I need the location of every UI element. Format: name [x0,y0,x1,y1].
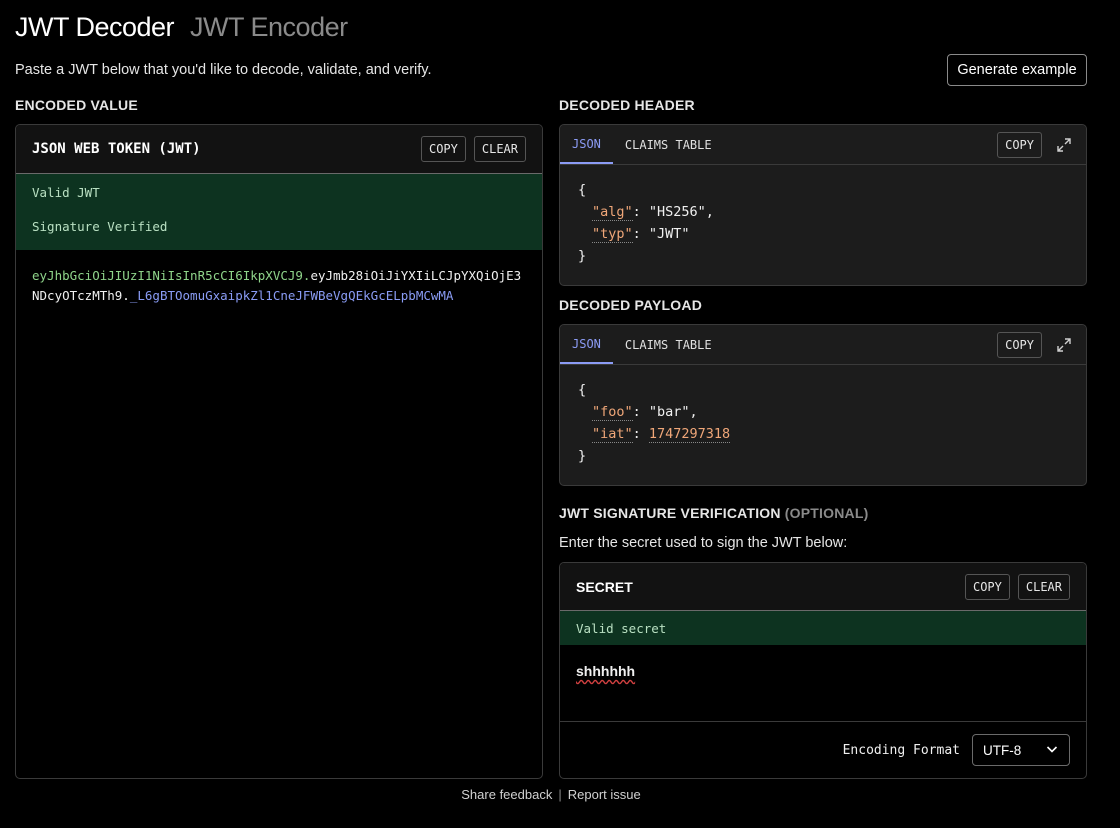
token-status-box: Valid JWT Signature Verified [16,174,542,250]
secret-panel-header: SECRET COPY CLEAR [560,563,1086,611]
footer-separator: | [558,787,562,802]
secret-panel-title: SECRET [576,578,633,595]
payload-tab-claims-table[interactable]: CLAIMS TABLE [613,325,724,364]
header-tab-json[interactable]: JSON [560,125,613,164]
encoding-format-value: UTF-8 [983,742,1022,758]
generate-example-button[interactable]: Generate example [947,54,1087,86]
report-issue-link[interactable]: Report issue [568,787,641,802]
valid-jwt-status: Valid JWT [32,185,100,200]
json-value: "JWT" [648,226,690,242]
json-line: "foo": "bar", [592,404,698,421]
title-tabs: JWT Decoder JWT Encoder [15,12,348,43]
signature-verification-title: JWT SIGNATURE VERIFICATION [559,505,781,521]
copy-token-button[interactable]: COPY [420,136,466,162]
copy-payload-button[interactable]: COPY [997,331,1042,358]
decoded-payload-label: DECODED PAYLOAD [559,297,703,313]
encoded-panel-header: JSON WEB TOKEN (JWT) COPY CLEAR [16,125,542,174]
encoding-format-label: Encoding Format [842,742,960,758]
header-tab-claims-table[interactable]: CLAIMS TABLE [613,125,724,164]
decoded-payload-toolbar: JSON CLAIMS TABLE COPY [560,325,1086,365]
json-value: "HS256", [648,204,714,220]
secret-input[interactable]: shhhhhh [560,645,1086,721]
encoded-panel-title: JSON WEB TOKEN (JWT) [32,141,201,157]
json-key: "iat" [592,426,633,443]
encoded-value-label: ENCODED VALUE [15,97,138,113]
secret-footer: Encoding Format UTF-8 [560,721,1086,778]
encoding-format-select[interactable]: UTF-8 [972,734,1070,766]
optional-label: (OPTIONAL) [784,505,869,521]
json-key: "typ" [592,226,633,243]
token-signature-part: _L6gBTOomuGxaipkZl1CneJFWBeVgQEkGcELpbMC… [129,288,454,303]
signature-verification-label: JWT SIGNATURE VERIFICATION (OPTIONAL) [559,505,868,521]
json-key: "alg" [592,204,633,221]
secret-panel: SECRET COPY CLEAR Valid secret shhhhhh E… [559,562,1087,779]
copy-secret-button[interactable]: COPY [964,573,1010,600]
signature-verified-status: Signature Verified [32,219,168,234]
decoded-header-panel: JSON CLAIMS TABLE COPY { "alg": "HS256",… [559,124,1087,286]
decoded-payload-panel: JSON CLAIMS TABLE COPY { "foo": "bar", "… [559,324,1087,486]
decoded-header-toolbar: JSON CLAIMS TABLE COPY [560,125,1086,165]
tab-jwt-encoder[interactable]: JWT Encoder [190,12,348,43]
json-close-brace: } [578,248,587,264]
json-open-brace: { [578,182,587,198]
tab-jwt-decoder[interactable]: JWT Decoder [15,12,175,43]
json-close-brace: } [578,448,587,464]
copy-header-button[interactable]: COPY [997,131,1042,158]
secret-description: Enter the secret used to sign the JWT be… [559,535,848,551]
clear-token-button[interactable]: CLEAR [473,136,526,162]
json-value: 1747297318 [648,426,731,443]
json-line: "alg": "HS256", [592,204,714,221]
token-textarea[interactable]: eyJhbGciOiJIUzI1NiIsInR5cCI6IkpXVCJ9.eyJ… [16,250,542,322]
page-subtitle: Paste a JWT below that you'd like to dec… [15,62,432,78]
share-feedback-link[interactable]: Share feedback [461,787,552,802]
expand-icon[interactable] [1056,337,1072,353]
token-header-part: eyJhbGciOiJIUzI1NiIsInR5cCI6IkpXVCJ9. [32,268,311,283]
payload-json-view: { "foo": "bar", "iat": 1747297318 } [560,365,1086,481]
valid-secret-status: Valid secret [560,611,1086,645]
clear-secret-button[interactable]: CLEAR [1017,573,1070,600]
header-json-view: { "alg": "HS256", "typ": "JWT" } [560,165,1086,281]
secret-value: shhhhhh [576,663,636,679]
json-value: "bar", [648,404,698,420]
decoded-header-label: DECODED HEADER [559,97,695,113]
json-open-brace: { [578,382,587,398]
payload-tab-json[interactable]: JSON [560,325,613,364]
expand-icon[interactable] [1056,137,1072,153]
chevron-down-icon [1045,742,1059,759]
json-line: "iat": 1747297318 [592,426,731,443]
json-key: "foo" [592,404,633,421]
encoded-panel: JSON WEB TOKEN (JWT) COPY CLEAR Valid JW… [15,124,543,779]
json-line: "typ": "JWT" [592,226,690,243]
footer: Share feedback | Report issue [0,787,1102,802]
